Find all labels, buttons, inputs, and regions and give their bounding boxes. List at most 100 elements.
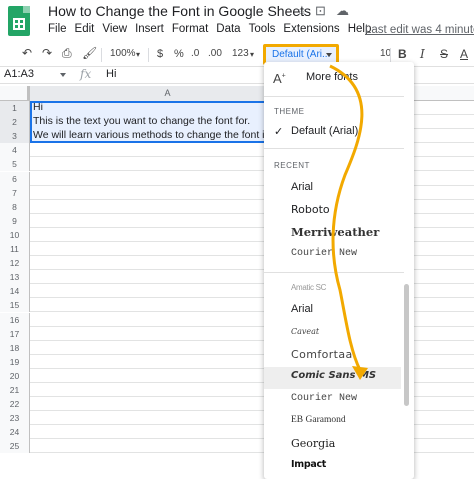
currency-format-button[interactable]: $ xyxy=(157,48,163,60)
row-header[interactable]: 14 xyxy=(0,284,30,299)
font-option-georgia[interactable]: Georgia xyxy=(264,434,414,456)
menu-format[interactable]: Format xyxy=(172,23,208,39)
more-formats-caret-icon[interactable]: ▾ xyxy=(250,50,254,59)
print-icon[interactable]: ⎙ xyxy=(62,46,72,61)
more-formats-button[interactable]: 123 xyxy=(232,48,249,59)
font-option-label: Comfortaa xyxy=(291,348,353,361)
italic-button[interactable]: I xyxy=(420,47,425,61)
more-fonts-item[interactable]: A+ More fonts xyxy=(264,68,414,90)
font-option-recent-roboto[interactable]: Roboto xyxy=(264,200,414,222)
menu-bar: File Edit View Insert Format Data Tools … xyxy=(48,23,371,39)
font-option-recent-merriweather[interactable]: Merriweather xyxy=(264,222,414,244)
font-option-arial[interactable]: Arial xyxy=(264,300,414,322)
row-header[interactable]: 4 xyxy=(0,143,30,158)
font-option-recent-courier-new[interactable]: Courier New xyxy=(264,245,414,267)
font-option-label: Comic Sans MS xyxy=(291,370,377,381)
row-header[interactable]: 1 xyxy=(0,101,30,115)
font-option-label: Amatic SC xyxy=(291,283,327,292)
document-title[interactable]: How to Change the Font in Google Sheets xyxy=(48,3,311,19)
font-family-menu: A+ More fonts THEME ✓ Default (Arial) RE… xyxy=(264,62,414,479)
font-option-label: Caveat xyxy=(291,327,320,336)
menu-view[interactable]: View xyxy=(102,23,127,39)
font-option-amatic-sc[interactable]: Amatic SC xyxy=(264,280,414,302)
row-header[interactable]: 17 xyxy=(0,326,30,341)
increase-decimal-button[interactable]: .00 xyxy=(208,48,222,59)
bold-button[interactable]: B xyxy=(398,47,407,61)
menu-scrollbar[interactable] xyxy=(404,284,409,406)
recent-section-header: RECENT xyxy=(274,161,310,170)
decrease-decimal-button[interactable]: .0 xyxy=(191,48,199,59)
select-all-corner[interactable] xyxy=(0,86,30,101)
zoom-caret-icon[interactable]: ▾ xyxy=(136,50,140,59)
font-option-label: Impact xyxy=(291,459,327,470)
font-option-recent-arial[interactable]: Arial xyxy=(264,178,414,200)
font-option-caveat[interactable]: Caveat xyxy=(264,324,414,346)
menu-tools[interactable]: Tools xyxy=(249,23,276,39)
row-header[interactable]: 10 xyxy=(0,227,30,242)
row-header[interactable]: 15 xyxy=(0,298,30,313)
zoom-select[interactable]: 100% xyxy=(110,48,136,59)
row-header[interactable]: 25 xyxy=(0,439,30,454)
row-header[interactable]: 7 xyxy=(0,185,30,200)
name-box[interactable]: A1:A3 xyxy=(4,68,34,80)
menu-file[interactable]: File xyxy=(48,23,67,39)
font-option-impact[interactable]: Impact xyxy=(264,456,414,478)
cloud-status-icon[interactable]: ☁ xyxy=(336,3,349,19)
font-option-eb-garamond[interactable]: EB Garamond xyxy=(264,412,414,434)
star-icon[interactable]: ☆ xyxy=(296,3,308,19)
font-option-comfortaa[interactable]: Comfortaa xyxy=(264,345,414,367)
font-option-courier-new[interactable]: Courier New xyxy=(264,390,414,412)
undo-icon[interactable]: ↶ xyxy=(22,46,32,60)
row-header[interactable]: 16 xyxy=(0,312,30,327)
row-header[interactable]: 22 xyxy=(0,397,30,412)
font-family-value: Default (Ari... xyxy=(272,49,331,60)
row-header[interactable]: 18 xyxy=(0,340,30,355)
row-header[interactable]: 3 xyxy=(0,129,30,144)
font-option-label: Georgia xyxy=(291,437,336,450)
row-header[interactable]: 8 xyxy=(0,199,30,214)
row-header[interactable]: 19 xyxy=(0,354,30,369)
row-header[interactable]: 11 xyxy=(0,242,30,256)
title-bar: How to Change the Font in Google Sheets … xyxy=(0,0,474,44)
row-header[interactable]: 2 xyxy=(0,115,30,130)
font-option-label: Courier New xyxy=(291,393,358,404)
menu-edit[interactable]: Edit xyxy=(75,23,95,39)
row-header[interactable]: 6 xyxy=(0,171,30,186)
google-sheets-logo-icon[interactable] xyxy=(8,6,30,36)
menu-divider xyxy=(264,96,404,97)
strikethrough-button[interactable]: S xyxy=(440,47,448,61)
redo-icon[interactable]: ↷ xyxy=(42,46,52,60)
row-header[interactable]: 24 xyxy=(0,425,30,440)
percent-format-button[interactable]: % xyxy=(174,48,184,60)
menu-data[interactable]: Data xyxy=(216,23,240,39)
row-header[interactable]: 13 xyxy=(0,270,30,285)
row-header[interactable]: 23 xyxy=(0,411,30,426)
font-caret-icon xyxy=(326,53,332,57)
row-header[interactable]: 5 xyxy=(0,157,30,172)
font-option-label: Merriweather xyxy=(291,225,380,239)
more-fonts-label: More fonts xyxy=(306,71,358,83)
menu-divider xyxy=(264,272,404,273)
row-header[interactable]: 21 xyxy=(0,383,30,397)
menu-insert[interactable]: Insert xyxy=(135,23,164,39)
font-option-label: Roboto xyxy=(291,203,330,216)
font-option-comic-sans-ms[interactable]: Comic Sans MS xyxy=(264,367,401,389)
toolbar-divider xyxy=(101,48,102,62)
row-header[interactable]: 20 xyxy=(0,368,30,383)
last-edit-link[interactable]: Last edit was 4 minutes a xyxy=(365,24,474,36)
text-color-button[interactable]: A xyxy=(460,47,468,61)
add-font-icon: A+ xyxy=(273,71,286,86)
toolbar-divider xyxy=(390,48,391,62)
theme-section-header: THEME xyxy=(274,107,305,116)
move-folder-icon[interactable]: ⊡ xyxy=(315,3,326,19)
font-option-theme-default[interactable]: ✓ Default (Arial) xyxy=(264,122,414,144)
row-header[interactable]: 12 xyxy=(0,256,30,271)
menu-extensions[interactable]: Extensions xyxy=(283,23,339,39)
row-header[interactable]: 9 xyxy=(0,213,30,228)
font-option-label: Arial xyxy=(291,303,314,315)
paint-format-icon[interactable]: 🖌 xyxy=(82,46,97,60)
font-option-label: Arial xyxy=(291,181,314,193)
menu-divider xyxy=(264,148,404,149)
name-box-caret-icon[interactable] xyxy=(60,73,66,77)
formula-input[interactable]: Hi xyxy=(106,68,116,80)
